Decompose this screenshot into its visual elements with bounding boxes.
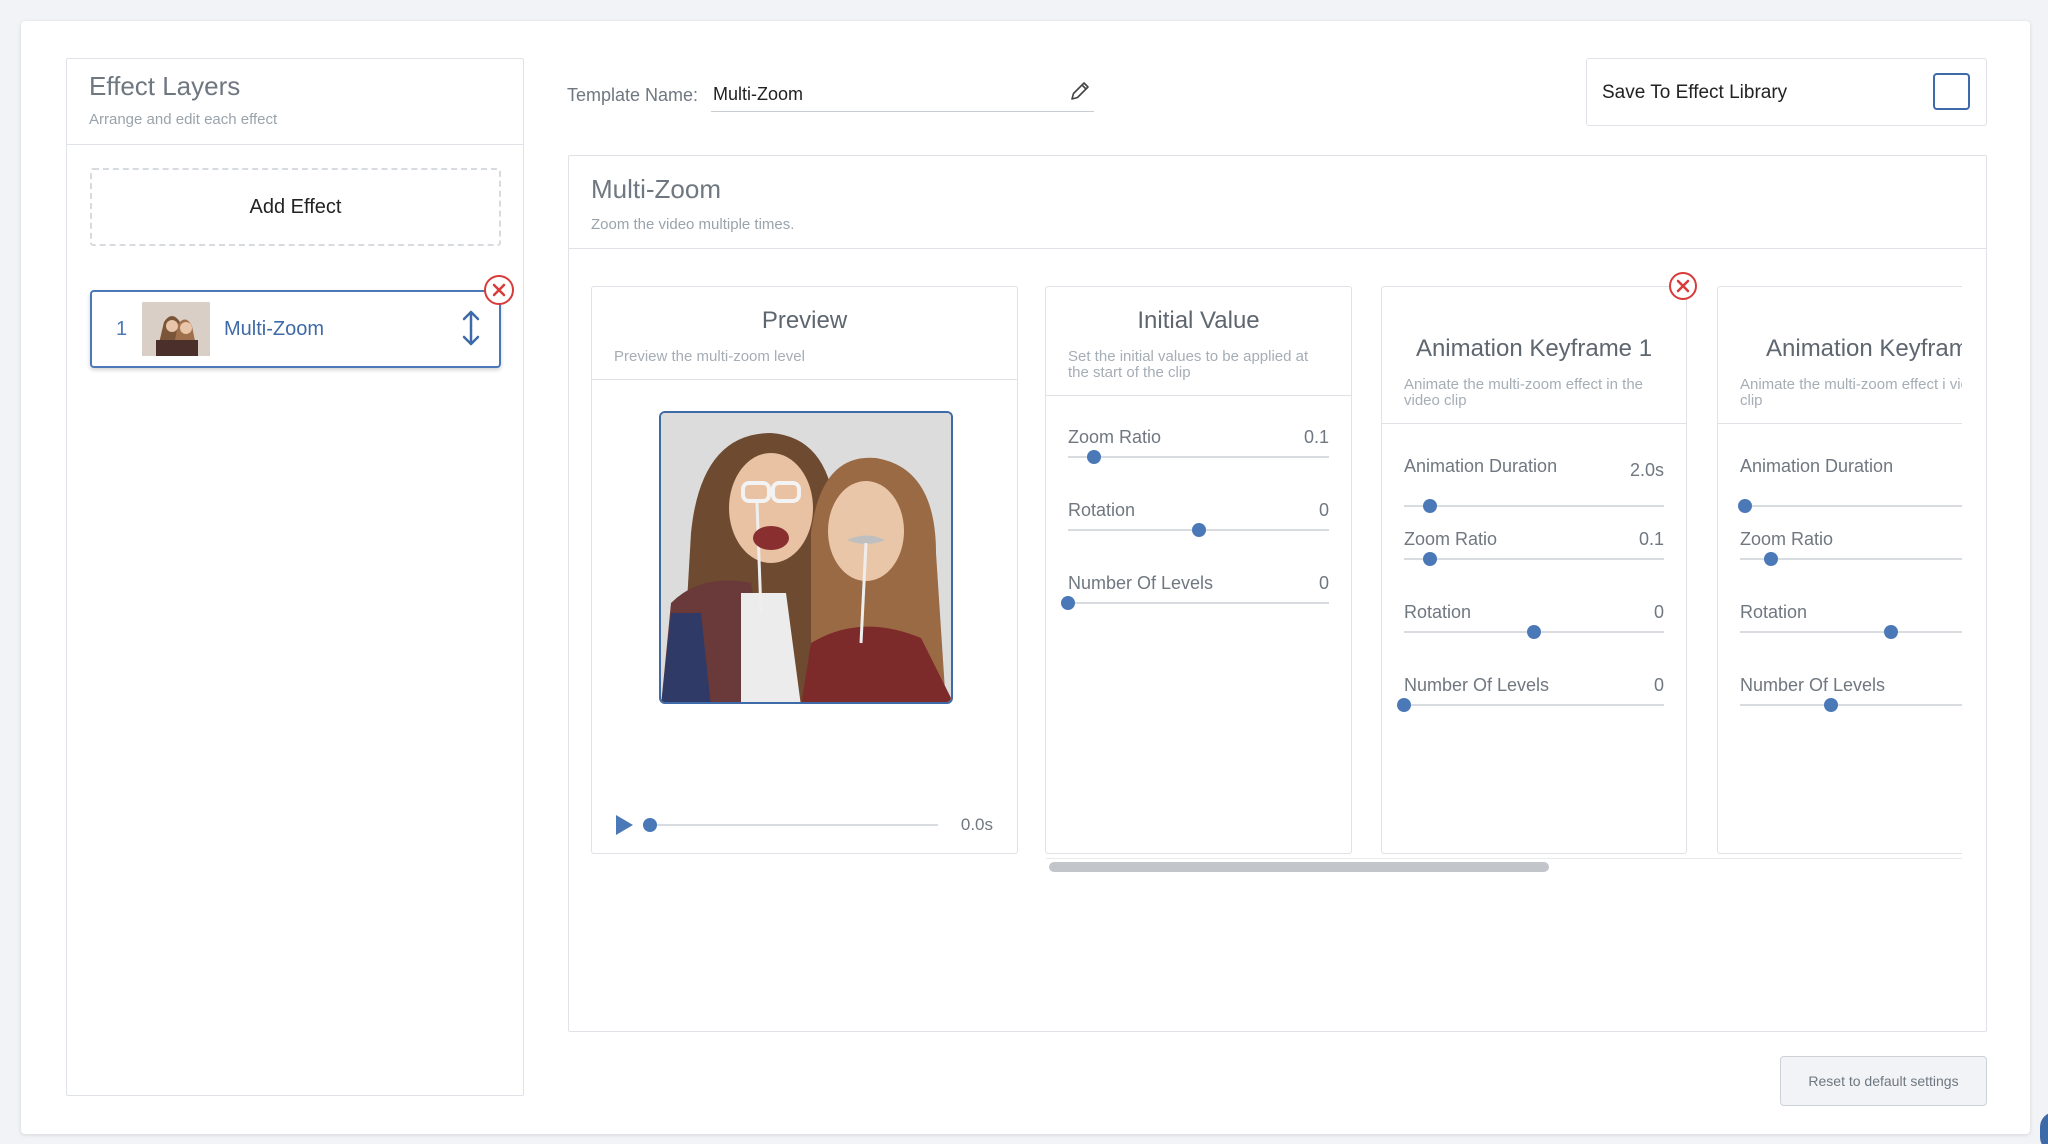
- template-name-label: Template Name:: [567, 85, 699, 105]
- pencil-icon[interactable]: [1069, 80, 1091, 102]
- slider-label: Rotation: [1740, 602, 1808, 622]
- slider-value: 0: [1653, 675, 1664, 695]
- preview-card: Preview Preview the multi-zoom level 0.0…: [591, 286, 1018, 854]
- close-icon: [492, 283, 506, 297]
- slider-row: Rotation 0: [1068, 500, 1329, 540]
- slider-label: Animation Duration: [1740, 456, 1894, 476]
- slider-value: 2.0s: [1629, 460, 1664, 480]
- timeline-knob[interactable]: [643, 818, 657, 832]
- preview-time: 0.0s: [960, 815, 993, 834]
- reorder-icon[interactable]: [459, 310, 483, 346]
- remove-layer-button[interactable]: [484, 275, 514, 305]
- effect-panel: Multi-Zoom Zoom the video multiple times…: [568, 155, 1987, 1032]
- initial-value-title: Initial Value: [1137, 307, 1260, 334]
- initial-value-card: Initial Value Set the initial values to …: [1045, 286, 1352, 854]
- slider-value: 0: [1318, 500, 1329, 520]
- save-to-library-label: Save To Effect Library: [1602, 82, 1788, 103]
- slider-track[interactable]: [1740, 631, 1962, 633]
- keyframe-1-subtitle: Animate the multi-zoom effect in the vid…: [1404, 376, 1644, 409]
- effect-title: Multi-Zoom: [591, 174, 722, 204]
- slider-value: 0.1: [1638, 529, 1664, 549]
- initial-value-subtitle: Set the initial values to be applied at …: [1068, 348, 1309, 381]
- preview-title: Preview: [761, 307, 848, 334]
- effect-layers-panel: Effect Layers Arrange and edit each effe…: [66, 58, 524, 1096]
- slider-label: Animation Duration: [1404, 456, 1558, 476]
- slider-knob[interactable]: [1423, 499, 1437, 513]
- slider-knob[interactable]: [1423, 552, 1437, 566]
- keyframe-2-title: Animation Keyfram: [1766, 335, 1962, 362]
- preview-subtitle: Preview the multi-zoom level: [614, 348, 805, 365]
- save-to-library-box: Save To Effect Library: [1586, 58, 1987, 126]
- slider-track[interactable]: [1740, 505, 1962, 507]
- cards-scroller[interactable]: Preview Preview the multi-zoom level 0.0…: [591, 286, 1962, 886]
- horizontal-scrollbar[interactable]: [1046, 858, 1962, 874]
- slider-knob[interactable]: [1738, 499, 1753, 513]
- slider-label: Number Of Levels: [1404, 675, 1550, 695]
- slider-knob[interactable]: [1883, 625, 1898, 639]
- reset-defaults-button[interactable]: Reset to default settings: [1780, 1056, 1987, 1106]
- slider-knob[interactable]: [1191, 523, 1206, 537]
- slider-label: Rotation: [1404, 602, 1472, 622]
- keyframe-1-title: Animation Keyframe 1: [1415, 335, 1653, 362]
- slider-value: 0: [1653, 602, 1664, 622]
- slider-knob[interactable]: [1527, 625, 1541, 639]
- slider-row: Number Of Levels: [1740, 675, 1962, 715]
- keyframe-2-card: Animation Keyfram Animate the multi-zoom…: [1717, 286, 1962, 854]
- slider-value: 0: [1318, 573, 1329, 593]
- slider-track[interactable]: [1404, 558, 1664, 560]
- slider-row: Animation Duration 2.0s: [1404, 456, 1664, 513]
- slider-label: Rotation: [1068, 500, 1136, 520]
- effect-header: Multi-Zoom Zoom the video multiple times…: [569, 156, 1986, 249]
- layer-thumbnail: [142, 302, 210, 356]
- slider-knob[interactable]: [1397, 698, 1411, 712]
- effect-layers-subtitle: Arrange and edit each effect: [89, 111, 278, 128]
- slider-knob[interactable]: [1061, 596, 1075, 610]
- preview-timeline[interactable]: [643, 818, 938, 832]
- slider-label: Number Of Levels: [1740, 675, 1886, 695]
- slider-label: Zoom Ratio: [1068, 427, 1162, 447]
- effect-layers-title: Effect Layers: [89, 71, 241, 101]
- slider-knob[interactable]: [1087, 450, 1102, 464]
- slider-row: Rotation: [1740, 602, 1962, 642]
- slider-track[interactable]: [1404, 704, 1664, 706]
- slider-track[interactable]: [1740, 704, 1962, 706]
- add-effect-button[interactable]: Add Effect: [90, 168, 501, 246]
- template-name-input[interactable]: [711, 78, 1094, 112]
- slider-row: Zoom Ratio 0.1: [1404, 529, 1664, 569]
- slider-row: Number Of Levels 0: [1061, 573, 1329, 613]
- layer-item[interactable]: 1 Multi-Zoom: [90, 290, 501, 368]
- layer-index: 1: [116, 318, 128, 340]
- slider-row: Number Of Levels 0: [1397, 675, 1664, 715]
- keyframe-1-card: Animation Keyframe 1 Animate the multi-z…: [1381, 286, 1687, 854]
- layer-name: Multi-Zoom: [224, 318, 325, 340]
- keyframe-2-subtitle: Animate the multi-zoom effect i video cl…: [1740, 376, 1962, 409]
- slider-track[interactable]: [1068, 602, 1329, 604]
- scrollbar-thumb[interactable]: [1049, 862, 1549, 872]
- slider-row: Animation Duration: [1738, 456, 1962, 513]
- slider-row: Zoom Ratio: [1740, 529, 1962, 569]
- slider-track[interactable]: [1404, 505, 1664, 507]
- play-icon[interactable]: [614, 814, 634, 836]
- save-to-library-checkbox[interactable]: [1933, 73, 1970, 110]
- slider-row: Rotation 0: [1404, 602, 1664, 642]
- close-icon: [1676, 279, 1690, 293]
- effect-subtitle: Zoom the video multiple times.: [591, 216, 795, 233]
- slider-knob[interactable]: [1764, 552, 1779, 566]
- preview-image: [659, 411, 953, 704]
- effect-layers-header: Effect Layers Arrange and edit each effe…: [67, 59, 523, 145]
- help-widget[interactable]: [2040, 1112, 2048, 1144]
- slider-row: Zoom Ratio 0.1: [1068, 427, 1329, 467]
- slider-value: 0.1: [1303, 427, 1329, 447]
- slider-knob[interactable]: [1824, 698, 1838, 712]
- slider-label: Zoom Ratio: [1404, 529, 1498, 549]
- slider-label: Zoom Ratio: [1740, 529, 1834, 549]
- slider-label: Number Of Levels: [1068, 573, 1214, 593]
- slider-track[interactable]: [1068, 456, 1329, 458]
- remove-keyframe-button[interactable]: [1669, 272, 1697, 300]
